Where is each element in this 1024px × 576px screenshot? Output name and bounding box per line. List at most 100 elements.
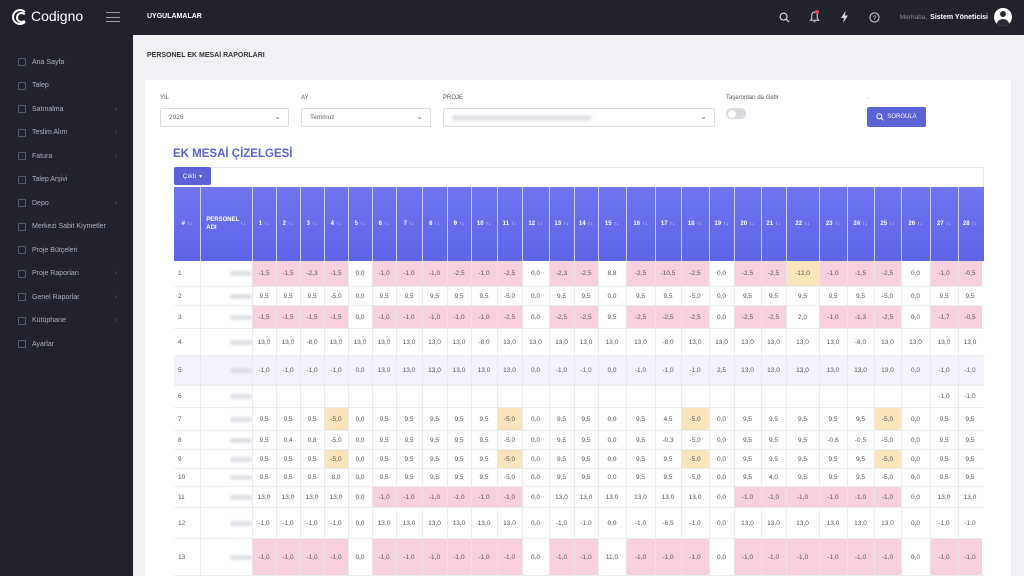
bell-icon[interactable] <box>807 10 821 24</box>
project-select[interactable]: ⌄ <box>443 108 715 127</box>
col-header-day[interactable]: 21 ↑↓ <box>761 187 786 261</box>
sort-icon[interactable]: ↑↓ <box>187 221 193 227</box>
month-select[interactable]: Temmuz ⌄ <box>301 108 431 127</box>
sort-icon[interactable]: ↑↓ <box>917 221 923 227</box>
col-header-name[interactable]: PERSONEL ADI ↑↓ <box>200 187 252 261</box>
sort-icon[interactable]: ↑↓ <box>563 221 569 227</box>
col-header-no[interactable]: # ↑↓ <box>174 187 200 261</box>
sidebar-item[interactable]: Ana Sayfa <box>0 54 133 70</box>
col-header-day[interactable]: 6 ↑↓ <box>372 187 396 261</box>
col-header-day[interactable]: 16 ↑↓ <box>626 187 655 261</box>
col-header-day[interactable]: 26 ↑↓ <box>901 187 930 261</box>
sort-icon[interactable]: ↑↓ <box>240 221 246 227</box>
col-header-day[interactable]: 3 ↑↓ <box>300 187 324 261</box>
col-header-day[interactable]: 19 ↑↓ <box>709 187 734 261</box>
sidebar-item[interactable]: Proje Bütçeleri <box>0 242 133 258</box>
sidebar-item[interactable]: Talep Arşivi <box>0 172 133 188</box>
sort-icon[interactable]: ↑↓ <box>642 221 648 227</box>
sort-icon[interactable]: ↑↓ <box>288 221 294 227</box>
search-icon[interactable] <box>777 10 791 24</box>
sidebar-item[interactable]: Depo › <box>0 195 133 211</box>
sort-icon[interactable]: ↑↓ <box>537 221 543 227</box>
sidebar-item[interactable]: Kütüphane › <box>0 313 133 329</box>
col-header-day[interactable]: 8 ↑↓ <box>422 187 447 261</box>
table-row[interactable]: 3 -1,5 -1,5 -1,5 -1,5 0,0 -1,0 -1,0 -1,0 -1,0 -1,0… <box>174 306 984 329</box>
sort-icon[interactable]: ↑↓ <box>749 221 755 227</box>
sidebar-item[interactable]: Merkezi Sabit Kıymetler <box>0 219 133 235</box>
sort-icon[interactable]: ↑↓ <box>486 221 492 227</box>
table-row[interactable]: 4 13,0 13,0 -8,0 13,0 13,0 13,0 13,0 13,0 13,0 -8,… <box>174 329 984 356</box>
sort-icon[interactable]: ↑↓ <box>614 221 620 227</box>
col-header-day[interactable]: 2 ↑↓ <box>276 187 300 261</box>
col-header-day[interactable]: 28 ↑↓ <box>958 187 982 261</box>
user-menu[interactable]: Merhaba, Sistem Yöneticisi <box>900 8 1012 26</box>
col-header-day[interactable]: 5 ↑↓ <box>348 187 372 261</box>
table-row[interactable]: 8 9,5 0,4 0,8 -5,0 0,0 9,5 9,5 9,5 9,5 9,5 -5,0 0,0 9… <box>174 431 984 450</box>
sort-icon[interactable]: ↑↓ <box>723 221 729 227</box>
sort-icon[interactable]: ↑↓ <box>588 221 594 227</box>
sidebar-item[interactable]: Teslim Alım › <box>0 125 133 141</box>
col-header-day[interactable]: 7 ↑↓ <box>396 187 422 261</box>
sidebar-item[interactable]: Ayarlar <box>0 336 133 352</box>
sort-icon[interactable]: ↑↓ <box>862 221 868 227</box>
bolt-icon[interactable] <box>837 10 851 24</box>
table-row[interactable]: 1 -1,5 -1,5 -2,3 -1,5 0,0 -1,0 -1,0 -1,0 -2,5 -1,0… <box>174 261 984 287</box>
table-row[interactable]: 5 -1,0 -1,0 -1,0 -1,0 0,0 13,0 13,0 13,0 13,0 13,0… <box>174 356 984 386</box>
col-header-day[interactable]: 12 ↑↓ <box>522 187 549 261</box>
sidebar-item[interactable]: Genel Raporlar › <box>0 289 133 305</box>
sort-icon[interactable]: ↑↓ <box>336 221 342 227</box>
sort-icon[interactable]: ↑↓ <box>946 221 952 227</box>
col-header-day[interactable]: 25 ↑↓ <box>874 187 901 261</box>
sort-icon[interactable]: ↑↓ <box>264 221 270 227</box>
table-row[interactable]: 7 9,5 9,5 9,5 -5,0 0,0 9,5 9,5 9,5 9,5 9,5 -5,0 0,0 9… <box>174 408 984 431</box>
col-header-day[interactable]: 14 ↑↓ <box>574 187 598 261</box>
col-header-day[interactable]: 20 ↑↓ <box>734 187 761 261</box>
query-button[interactable]: SORGULA <box>867 107 926 127</box>
col-header-day[interactable]: 9 ↑↓ <box>447 187 471 261</box>
avatar[interactable] <box>994 8 1012 26</box>
sort-icon[interactable]: ↑↓ <box>804 221 810 227</box>
sidebar-item[interactable]: Proje Raporları › <box>0 266 133 282</box>
col-header-day[interactable]: 1 ↑↓ <box>252 187 276 261</box>
col-header-day[interactable]: 22 ↑↓ <box>786 187 819 261</box>
table-row[interactable]: 10 9,5 9,5 9,5 8,0 0,0 9,5 9,5 9,5 9,5 9,5 -5,0 0,0 9… <box>174 469 984 487</box>
sort-icon[interactable]: ↑↓ <box>384 221 390 227</box>
brand-logo[interactable]: Codigno <box>12 8 83 25</box>
sidebar-item[interactable]: Satınalma › <box>0 101 133 117</box>
sort-icon[interactable]: ↑↓ <box>835 221 841 227</box>
sort-icon[interactable]: ↑↓ <box>434 221 440 227</box>
sort-icon[interactable]: ↑↓ <box>409 221 415 227</box>
menu-toggle-icon[interactable] <box>106 12 120 22</box>
sort-icon[interactable]: ↑↓ <box>670 221 676 227</box>
sidebar-item[interactable]: Talep <box>0 78 133 94</box>
table-row[interactable]: 9 9,5 9,5 9,5 -5,0 0,0 9,5 9,5 9,5 9,5 9,5 -5,0 0,0 9… <box>174 450 984 469</box>
sort-icon[interactable]: ↑↓ <box>889 221 895 227</box>
col-header-day[interactable]: 13 ↑↓ <box>549 187 574 261</box>
col-header-day[interactable]: 24 ↑↓ <box>847 187 874 261</box>
table-row[interactable]: 13 -1,0 -1,0 -1,0 -1,0 0,0 -1,0 -1,0 -1,0 -1,0 -1,… <box>174 539 984 576</box>
year-select[interactable]: 2026 ⌄ <box>160 108 289 127</box>
sort-icon[interactable]: ↑↓ <box>697 221 703 227</box>
sort-icon[interactable]: ↑↓ <box>972 221 978 227</box>
sort-icon[interactable]: ↑↓ <box>775 221 781 227</box>
table-row[interactable]: 2 9,5 9,5 9,5 -5,0 0,0 9,5 9,5 9,5 9,5 9,5 -5,0 0,0 9… <box>174 287 984 306</box>
table-row[interactable]: 12 -1,0 -1,0 -1,0 -1,0 0,0 13,0 13,0 13,0 13,0 13,… <box>174 508 984 539</box>
col-header-day[interactable]: 4 ↑↓ <box>324 187 348 261</box>
col-header-day[interactable]: 23 ↑↓ <box>819 187 847 261</box>
sort-icon[interactable]: ↑↓ <box>312 221 318 227</box>
table-row[interactable]: 11 13,0 13,0 13,0 13,0 0,0 -1,0 -1,0 -1,0 -1,0 -1,… <box>174 487 984 508</box>
export-button[interactable]: Çıktı ▾ <box>174 167 211 185</box>
col-header-day[interactable]: 11 ↑↓ <box>497 187 522 261</box>
sort-icon[interactable]: ↑↓ <box>459 221 465 227</box>
col-header-day[interactable]: 18 ↑↓ <box>681 187 709 261</box>
sort-icon[interactable]: ↑↓ <box>360 221 366 227</box>
subcontractor-toggle[interactable] <box>726 108 746 119</box>
col-header-day[interactable]: 17 ↑↓ <box>655 187 681 261</box>
help-icon[interactable]: ? <box>867 10 881 24</box>
col-header-day[interactable]: 10 ↑↓ <box>471 187 497 261</box>
apps-menu[interactable]: UYGULAMALAR <box>147 13 202 20</box>
sidebar-item[interactable]: Fatura › <box>0 148 133 164</box>
table-row[interactable]: 6 -1,0 -1,0 <box>174 386 984 408</box>
col-header-day[interactable]: 27 ↑↓ <box>930 187 958 261</box>
col-header-day[interactable]: 15 ↑↓ <box>598 187 626 261</box>
